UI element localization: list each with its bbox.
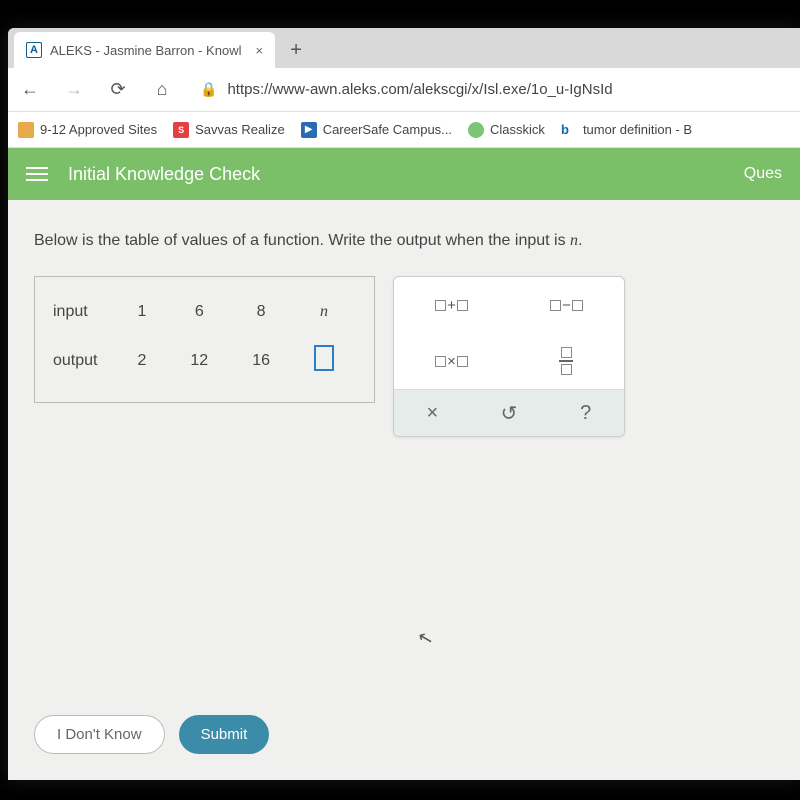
answer-input[interactable] — [314, 345, 334, 371]
tab-title: ALEKS - Jasmine Barron - Knowl — [50, 43, 241, 58]
row-label-output: output — [53, 333, 115, 388]
tool-clear[interactable]: × — [394, 390, 471, 436]
table-cell: n — [292, 291, 356, 333]
folder-icon — [18, 122, 34, 138]
careersafe-icon: ▶ — [301, 122, 317, 138]
new-tab-button[interactable]: + — [281, 35, 311, 65]
aleks-topbar: Initial Knowledge Check Ques — [8, 148, 800, 200]
question-indicator: Ques — [744, 165, 782, 183]
bookmarks-bar: 9-12 Approved Sites S Savvas Realize ▶ C… — [8, 112, 800, 148]
table-row: output 2 12 16 — [53, 333, 356, 388]
url-text: https://www-awn.aleks.com/alekscgi/x/Isl… — [227, 81, 612, 98]
table-cell: 1 — [115, 291, 168, 333]
bookmark-savvas[interactable]: S Savvas Realize — [173, 122, 285, 138]
cursor-icon: ↖ — [416, 626, 436, 650]
tool-multiply[interactable]: × — [394, 333, 509, 389]
table-cell: 6 — [168, 291, 230, 333]
function-table: input 1 6 8 n output 2 12 16 — [34, 276, 375, 403]
url-box[interactable]: 🔒 https://www-awn.aleks.com/alekscgi/x/I… — [192, 81, 792, 98]
savvas-icon: S — [173, 122, 189, 138]
menu-icon[interactable] — [26, 167, 48, 181]
bookmark-label: tumor definition - B — [583, 122, 692, 137]
submit-button[interactable]: Submit — [179, 715, 270, 754]
classkick-icon — [468, 122, 484, 138]
math-toolbox: + − × × — [393, 276, 625, 437]
bookmark-label: 9-12 Approved Sites — [40, 122, 157, 137]
tool-help[interactable]: ? — [547, 390, 624, 436]
browser-tab[interactable]: A ALEKS - Jasmine Barron - Knowl × — [14, 32, 275, 68]
table-row: input 1 6 8 n — [53, 291, 356, 333]
table-cell: 16 — [230, 333, 292, 388]
bookmark-careersafe[interactable]: ▶ CareerSafe Campus... — [301, 122, 452, 138]
bookmark-approved-sites[interactable]: 9-12 Approved Sites — [18, 122, 157, 138]
tool-add[interactable]: + — [394, 277, 509, 333]
table-cell: 2 — [115, 333, 168, 388]
bookmark-tumor[interactable]: b tumor definition - B — [561, 122, 692, 137]
table-cell: 12 — [168, 333, 230, 388]
page-title: Initial Knowledge Check — [68, 164, 744, 185]
lock-icon: 🔒 — [200, 81, 217, 98]
close-icon[interactable]: × — [255, 43, 263, 58]
row-label-input: input — [53, 291, 115, 333]
tool-undo[interactable]: ↺ — [471, 390, 548, 436]
tool-fraction[interactable] — [509, 333, 624, 389]
page-content: Initial Knowledge Check Ques Below is th… — [8, 148, 800, 780]
forward-button[interactable]: → — [60, 76, 88, 104]
back-button[interactable]: ← — [16, 76, 44, 104]
tab-favicon: A — [26, 42, 42, 58]
question-text: Below is the table of values of a functi… — [34, 232, 774, 250]
bookmark-label: Classkick — [490, 122, 545, 137]
idk-button[interactable]: I Don't Know — [34, 715, 165, 754]
refresh-button[interactable]: ⟳ — [104, 76, 132, 104]
bing-icon: b — [561, 122, 577, 137]
bookmark-label: CareerSafe Campus... — [323, 122, 452, 137]
answer-cell[interactable] — [292, 333, 356, 388]
bookmark-classkick[interactable]: Classkick — [468, 122, 545, 138]
browser-tab-strip: A ALEKS - Jasmine Barron - Knowl × + — [8, 28, 800, 68]
bookmark-label: Savvas Realize — [195, 122, 285, 137]
table-cell: 8 — [230, 291, 292, 333]
tool-subtract[interactable]: − — [509, 277, 624, 333]
address-bar: ← → ⟳ ⌂ 🔒 https://www-awn.aleks.com/alek… — [8, 68, 800, 112]
home-button[interactable]: ⌂ — [148, 76, 176, 104]
